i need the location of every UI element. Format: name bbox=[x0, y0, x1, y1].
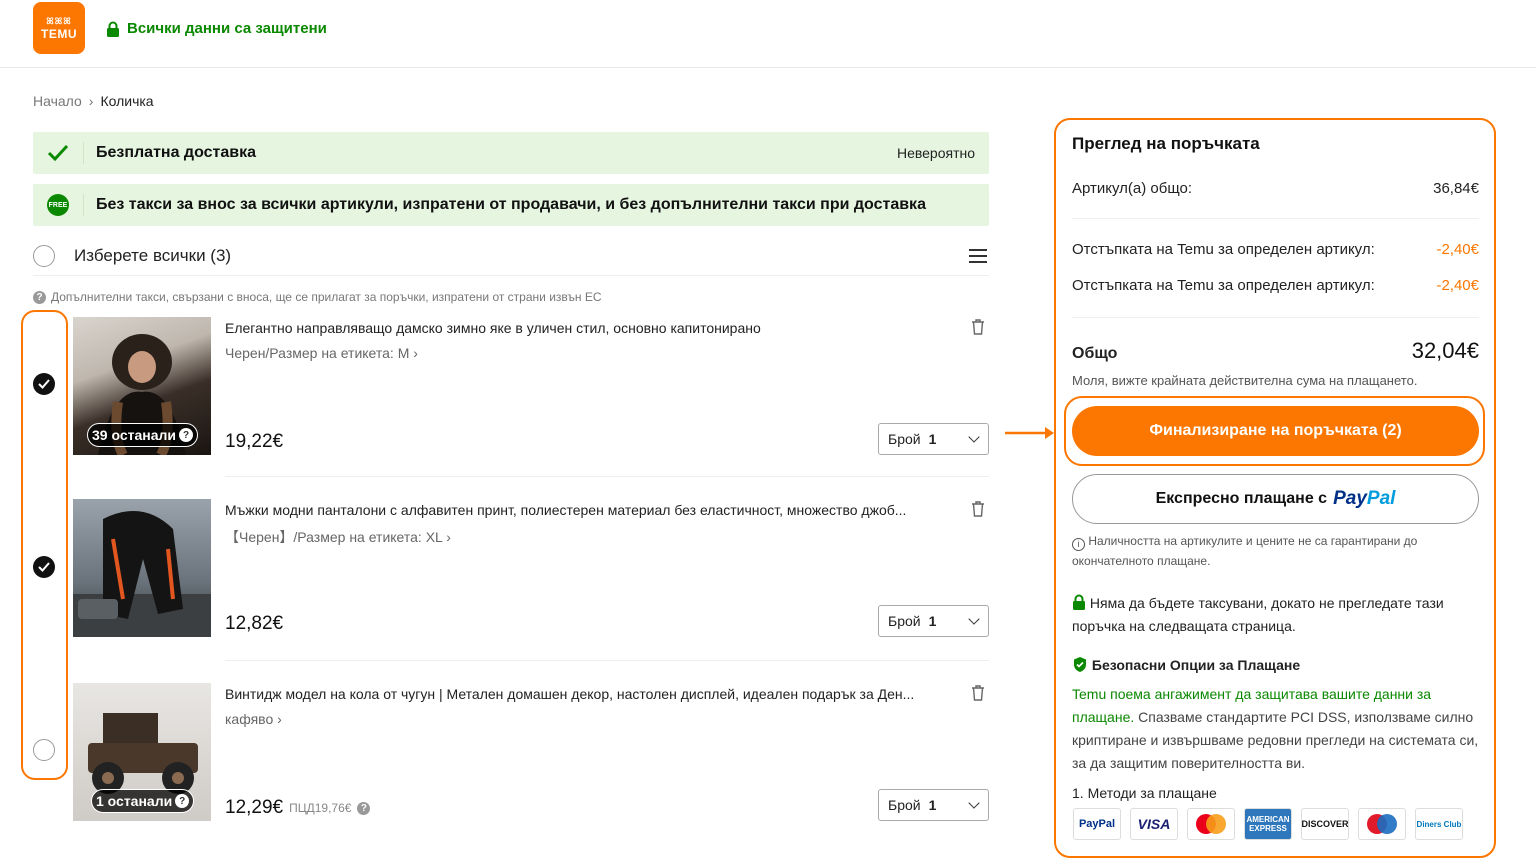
trash-icon[interactable] bbox=[971, 319, 985, 335]
temu-logo[interactable]: ꕤꕤꕤ TEMU bbox=[33, 2, 85, 54]
product-image-jacket[interactable]: 39 останали? bbox=[73, 317, 211, 455]
item-checkbox-1[interactable] bbox=[33, 373, 55, 395]
paypal-logo: PayPal bbox=[1333, 488, 1396, 509]
stock-remaining-badge: 39 останали? bbox=[87, 423, 198, 447]
shield-icon bbox=[1074, 657, 1086, 672]
item-price: 12,29€ ПЦД19,76€? bbox=[225, 797, 371, 819]
paypal-express-button[interactable]: Експресно плащане с PayPal bbox=[1072, 474, 1479, 524]
item-title[interactable]: Винтидж модел на кола от чугун | Метален… bbox=[225, 686, 953, 702]
item-price: 12,82€ bbox=[225, 613, 284, 634]
item-variant[interactable]: кафяво › bbox=[225, 711, 282, 727]
arrow-right-icon bbox=[1005, 427, 1054, 439]
secure-data-notice: Всички данни са защитени bbox=[106, 20, 327, 37]
top-bar: ꕤꕤꕤ TEMU Всички данни са защитени bbox=[0, 0, 1536, 68]
total-note: Моля, вижте крайната действителна сума н… bbox=[1072, 373, 1418, 388]
item-price: 19,22€ bbox=[225, 431, 284, 452]
product-image-car[interactable]: 1 останали? bbox=[73, 683, 211, 821]
divider bbox=[225, 476, 989, 477]
secure-text: Всички данни са защитени bbox=[127, 20, 327, 37]
chevron-down-icon bbox=[968, 797, 980, 809]
logo-text: TEMU bbox=[41, 27, 77, 41]
chevron-down-icon bbox=[968, 613, 980, 625]
help-icon[interactable]: ? bbox=[175, 794, 190, 808]
mastercard-method-icon bbox=[1187, 808, 1235, 840]
cart-item: 39 останали? Елегантно направляващо дамс… bbox=[73, 311, 989, 481]
items-total-row: Артикул(а) общо: 36,84€ bbox=[1072, 180, 1479, 197]
check-icon bbox=[47, 144, 69, 162]
customs-note-text: Допълнителни такси, свързани с вноса, ще… bbox=[51, 290, 602, 304]
help-icon[interactable]: ? bbox=[179, 428, 193, 442]
checkout-button[interactable]: Финализиране на поръчката (2) bbox=[1072, 406, 1479, 456]
item-variant[interactable]: 【Черен】/Размер на етикета: XL › bbox=[225, 527, 451, 547]
quantity-select[interactable]: Брой 1 bbox=[878, 423, 989, 455]
free-shipping-tag: Невероятно bbox=[896, 145, 975, 161]
no-charge-note: Няма да бъдете таксувани, докато не прег… bbox=[1072, 594, 1444, 634]
cart-item: 1 останали? Винтидж модел на кола от чуг… bbox=[73, 677, 989, 847]
lock-icon bbox=[1073, 594, 1085, 610]
info-icon: i bbox=[1072, 537, 1085, 551]
list-view-icon[interactable] bbox=[969, 248, 987, 263]
select-all-label: Изберете всички (3) bbox=[74, 245, 232, 265]
paypal-method-icon: PayPal bbox=[1073, 808, 1121, 840]
total-row: Общо 32,04€ bbox=[1072, 338, 1479, 363]
item-title[interactable]: Елегантно направляващо дамско зимно яке … bbox=[225, 320, 953, 336]
item-variant[interactable]: Черен/Размер на етикета: M › bbox=[225, 345, 418, 361]
chevron-down-icon bbox=[968, 431, 980, 443]
reference-price: ПЦД19,76€ bbox=[289, 801, 352, 815]
summary-title: Преглед на поръчката bbox=[1072, 134, 1260, 153]
secure-payment-title: Безопасни Опции за Плащане bbox=[1072, 655, 1479, 675]
visa-method-icon: VISA bbox=[1130, 808, 1178, 840]
maestro-method-icon bbox=[1358, 808, 1406, 840]
free-shipping-text: Безплатна доставка bbox=[96, 144, 257, 161]
divider bbox=[225, 660, 989, 661]
product-image-pants[interactable] bbox=[73, 499, 211, 637]
trash-icon[interactable] bbox=[971, 685, 985, 701]
item-checkbox-2[interactable] bbox=[33, 556, 55, 578]
breadcrumb-home[interactable]: Начало bbox=[33, 93, 82, 109]
availability-note: i Наличността на артикулите и цените не … bbox=[1072, 534, 1418, 568]
breadcrumb-current: Количка bbox=[100, 93, 154, 109]
trash-icon[interactable] bbox=[971, 501, 985, 517]
free-shipping-banner: Безплатна доставка Невероятно bbox=[33, 132, 989, 174]
select-all-row: Изберете всички (3) bbox=[33, 236, 989, 276]
quantity-select[interactable]: Брой 1 bbox=[878, 605, 989, 637]
breadcrumb: Начало › Количка bbox=[33, 93, 154, 109]
help-icon[interactable]: ? bbox=[33, 290, 46, 304]
secure-payment-text: Temu поема ангажимент да защитава вашите… bbox=[1072, 686, 1479, 771]
payment-methods-title: 1. Методи за плащане bbox=[1072, 785, 1217, 801]
item-checkbox-3[interactable] bbox=[33, 739, 55, 761]
cart-item: Мъжки модни панталони с алфавитен принт,… bbox=[73, 493, 989, 663]
free-badge-icon: FREE bbox=[47, 194, 69, 216]
amex-method-icon: AMERICAN EXPRESS bbox=[1244, 808, 1292, 840]
customs-note: ? Допълнителни такси, свързани с вноса, … bbox=[33, 290, 602, 304]
quantity-select[interactable]: Брой 1 bbox=[878, 789, 989, 821]
select-all-checkbox[interactable] bbox=[33, 244, 55, 267]
diners-method-icon: Diners Club bbox=[1415, 808, 1463, 840]
lock-icon bbox=[107, 21, 119, 37]
discount-row: Отстъпката на Temu за определен артикул:… bbox=[1072, 241, 1479, 258]
no-fees-text: Без такси за внос за всички артикули, из… bbox=[96, 196, 926, 213]
divider bbox=[1072, 218, 1479, 219]
help-icon[interactable]: ? bbox=[357, 801, 371, 815]
breadcrumb-separator: › bbox=[88, 93, 94, 109]
stock-remaining-badge: 1 останали? bbox=[91, 789, 195, 813]
discover-method-icon: DISCOVER bbox=[1301, 808, 1349, 840]
no-fees-banner: FREE Без такси за внос за всички артикул… bbox=[33, 184, 989, 226]
item-title[interactable]: Мъжки модни панталони с алфавитен принт,… bbox=[225, 502, 953, 518]
divider bbox=[1072, 317, 1479, 318]
discount-row: Отстъпката на Temu за определен артикул:… bbox=[1072, 277, 1479, 294]
